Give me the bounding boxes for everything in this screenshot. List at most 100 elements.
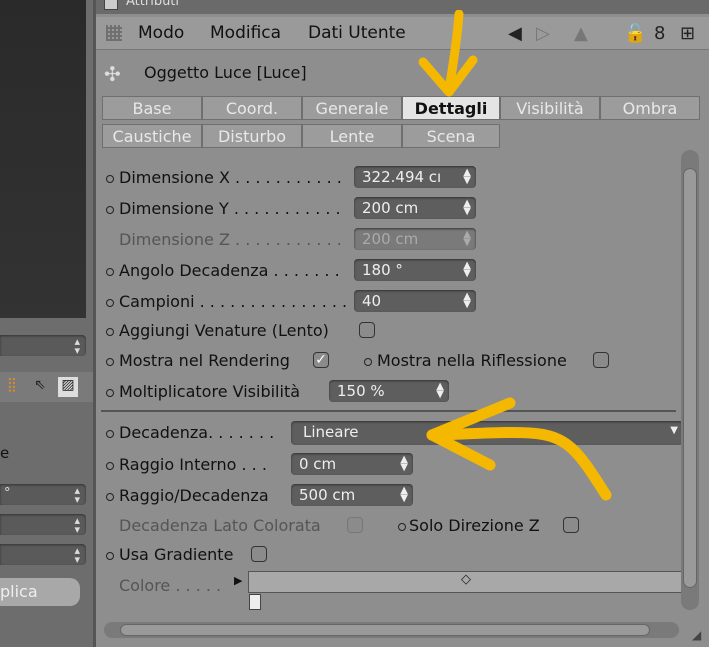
dimension-x-input[interactable]: 322.494 cı ▲ ▼: [354, 166, 476, 188]
spinner-icon: ▴ ▾: [74, 484, 80, 506]
left-select-1[interactable]: ▴ ▾: [0, 335, 86, 356]
keyframe-dot[interactable]: [106, 175, 114, 183]
spinner-icon[interactable]: ▲ ▼: [463, 168, 471, 186]
spinner-icon[interactable]: ▲ ▼: [463, 261, 471, 279]
paint-icon[interactable]: ▨: [58, 377, 78, 397]
keyframe-dot[interactable]: [398, 523, 406, 531]
spinner-icon[interactable]: ▲ ▼: [400, 486, 408, 504]
grid-icon[interactable]: ⣿: [2, 377, 22, 397]
left-toolbar: ⣿ ⇖ ▨: [0, 372, 93, 402]
forward-arrow-icon[interactable]: ▷: [536, 23, 550, 44]
keyframe-dot[interactable]: [106, 462, 114, 470]
left-select-2-value: °: [4, 486, 11, 501]
tab-caustiche[interactable]: Caustiche: [102, 124, 202, 148]
keyframe-dot[interactable]: [364, 358, 372, 366]
keyframe-dot[interactable]: [106, 389, 114, 397]
dimension-z-value: 200 cm: [362, 230, 419, 248]
apply-button[interactable]: plica: [0, 578, 80, 606]
tab-visibilita[interactable]: Visibilità: [500, 96, 600, 120]
keyframe-dot[interactable]: [106, 430, 114, 438]
spinner-icon: ▲ ▼: [463, 229, 471, 248]
menu-modifica[interactable]: Modifica: [210, 23, 281, 43]
visibility-mult-value: 150 %: [337, 382, 385, 400]
tab-dettagli[interactable]: Dettagli: [402, 96, 500, 120]
left-label: e: [0, 444, 10, 462]
tab-generale[interactable]: Generale: [302, 96, 402, 120]
angle-input[interactable]: 180 ° ▲ ▼: [354, 259, 476, 281]
light-object-icon: ✣: [104, 62, 121, 86]
spinner-icon[interactable]: ▲ ▼: [463, 292, 471, 310]
object-title-text: Oggetto Luce [Luce]: [144, 63, 307, 82]
label-mostra-riflessione: Mostra nella Riflessione: [377, 351, 567, 370]
spinner-icon: ▴ ▾: [74, 335, 80, 357]
menubar: Modo Modifica Dati Utente ◀ ▷ ▲ 🔓 8 ⊞: [96, 17, 709, 50]
left-select-4[interactable]: ▴ ▾: [0, 544, 86, 565]
keyframe-dot[interactable]: [106, 268, 114, 276]
label-dimensione-x: Dimensione X . . . . . . . . . . .: [119, 168, 342, 187]
select-icon[interactable]: ⇖: [30, 377, 50, 397]
dimension-x-value: 322.494 cı: [362, 168, 442, 186]
viewport[interactable]: [0, 0, 86, 318]
z-only-checkbox[interactable]: [563, 517, 579, 533]
vertical-scrollbar[interactable]: [681, 150, 699, 610]
left-select-3[interactable]: ▴ ▾: [0, 514, 86, 535]
vertical-scroll-thumb[interactable]: [683, 168, 697, 588]
radius-falloff-value: 500 cm: [299, 486, 356, 504]
back-arrow-icon[interactable]: ◀: [508, 23, 522, 44]
keyframe-dot[interactable]: [106, 552, 114, 560]
left-select-2[interactable]: ° ▴ ▾: [0, 484, 86, 505]
keyframe-dot[interactable]: [106, 299, 114, 307]
add-panel-icon[interactable]: ⊞: [680, 23, 695, 44]
menu-modo[interactable]: Modo: [138, 23, 184, 43]
resize-grip-icon[interactable]: ◢: [692, 628, 701, 642]
label-colore: Colore . . . . .: [119, 576, 222, 595]
show-render-checkbox[interactable]: ✓: [313, 352, 329, 368]
keyframe-dot[interactable]: [106, 493, 114, 501]
color-gradient-bar[interactable]: ◇: [248, 571, 684, 593]
falloff-dropdown[interactable]: Lineare ▼: [291, 421, 683, 445]
tab-disturbo[interactable]: Disturbo: [202, 124, 302, 148]
horizontal-scrollbar[interactable]: [104, 622, 679, 638]
tab-lente[interactable]: Lente: [302, 124, 402, 148]
chevron-down-icon: ▼: [670, 425, 678, 436]
spinner-icon[interactable]: ▲ ▼: [400, 455, 408, 473]
gradient-knot-icon[interactable]: ◇: [461, 572, 471, 587]
falloff-value: Lineare: [303, 423, 359, 441]
up-arrow-icon[interactable]: ▲: [574, 23, 588, 44]
colored-side-checkbox: [347, 517, 363, 533]
tab-base[interactable]: Base: [102, 96, 202, 120]
visibility-mult-input[interactable]: 150 % ▲ ▼: [329, 380, 449, 402]
spinner-icon: ▴ ▾: [74, 544, 80, 566]
label-campioni: Campioni . . . . . . . . . . . . . . .: [119, 292, 348, 311]
keyframe-dot[interactable]: [106, 206, 114, 214]
grip-icon: [106, 25, 122, 41]
tab-scena[interactable]: Scena: [402, 124, 500, 148]
keyframe-dot[interactable]: [106, 358, 114, 366]
spinner-icon[interactable]: ▲ ▼: [436, 382, 444, 400]
spinner-icon[interactable]: ▲ ▼: [463, 199, 471, 217]
dimension-z-input: 200 cm ▲ ▼: [354, 228, 476, 250]
label-dimensione-z: Dimensione Z . . . . . . . . . . .: [119, 230, 342, 249]
link-icon[interactable]: 8: [654, 23, 665, 44]
panel-title-bar: Attributi: [96, 0, 709, 14]
spinner-icon: ▴ ▾: [74, 514, 80, 536]
horizontal-scroll-thumb[interactable]: [120, 624, 650, 636]
angle-value: 180 °: [362, 261, 403, 279]
use-gradient-checkbox[interactable]: [251, 546, 267, 562]
gradient-stop-icon[interactable]: [249, 594, 261, 610]
tab-coord[interactable]: Coord.: [202, 96, 302, 120]
dimension-y-value: 200 cm: [362, 199, 419, 217]
show-reflection-checkbox[interactable]: [593, 352, 609, 368]
menu-dati-utente[interactable]: Dati Utente: [308, 23, 406, 43]
veins-checkbox[interactable]: [359, 322, 375, 338]
expand-arrow-icon[interactable]: ▶: [234, 574, 242, 587]
inner-radius-input[interactable]: 0 cm ▲ ▼: [291, 453, 413, 475]
samples-input[interactable]: 40 ▲ ▼: [354, 290, 476, 312]
panel-checkbox[interactable]: [104, 0, 118, 10]
lock-icon[interactable]: 🔓: [624, 23, 646, 44]
dimension-y-input[interactable]: 200 cm ▲ ▼: [354, 197, 476, 219]
samples-value: 40: [362, 292, 382, 310]
tab-ombra[interactable]: Ombra: [600, 96, 700, 120]
keyframe-dot[interactable]: [106, 328, 114, 336]
radius-falloff-input[interactable]: 500 cm ▲ ▼: [291, 484, 413, 506]
